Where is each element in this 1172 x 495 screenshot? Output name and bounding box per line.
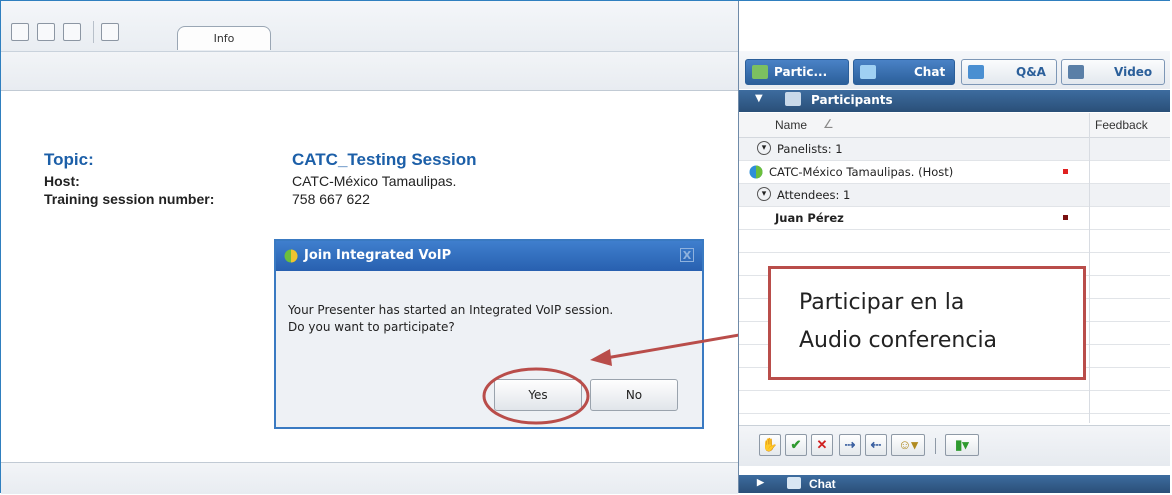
participants-section-header[interactable]: ▼ Participants <box>739 90 1170 112</box>
participants-icon <box>752 65 768 79</box>
status-indicator <box>1063 169 1068 174</box>
column-divider <box>1089 113 1090 423</box>
sort-icon[interactable]: ∠ <box>823 117 834 131</box>
tab-participants[interactable]: Partic... <box>745 59 849 85</box>
attendees-label: Attendees: 1 <box>777 188 851 202</box>
annotation-callout: Participar en la Audio conferencia <box>768 266 1086 380</box>
chat-section-label: Chat <box>809 477 836 491</box>
expand-arrow-icon[interactable]: ▶ <box>757 477 764 488</box>
callout-arrow-head <box>590 349 612 366</box>
chart-dropdown-icon[interactable]: ▮▾ <box>945 434 979 456</box>
emoticon-dropdown-icon[interactable]: ☺▾ <box>891 434 925 456</box>
video-icon <box>1068 65 1084 79</box>
go-slower-icon[interactable]: ⇠ <box>865 434 887 456</box>
attendees-group-row[interactable]: ▾ Attendees: 1 <box>739 184 1170 207</box>
yes-highlight-ellipse <box>482 367 590 425</box>
panelists-label: Panelists: 1 <box>777 142 843 156</box>
empty-row <box>739 391 1170 414</box>
right-panel: Partic... Chat Q&A Video ▼ Participants … <box>738 1 1170 493</box>
chat-icon <box>860 65 876 79</box>
qa-icon <box>968 65 984 79</box>
participants-header-label: Participants <box>811 93 893 107</box>
expand-icon[interactable]: ▾ <box>757 141 771 155</box>
tab-chat[interactable]: Chat <box>853 59 955 85</box>
chat-section-header[interactable]: ▶ Chat <box>739 475 1170 493</box>
empty-row <box>739 230 1170 253</box>
tab-video[interactable]: Video <box>1061 59 1165 85</box>
participant-toolbar: ✋ ✔ ✕ ⇢ ⇠ ☺▾ ▮▾ <box>739 425 1170 466</box>
name-column-header[interactable]: Name <box>775 118 807 132</box>
chat-bubble-icon <box>787 477 801 489</box>
host-participant-name: CATC-México Tamaulipas. (Host) <box>769 165 954 179</box>
feedback-column-header[interactable]: Feedback <box>1095 118 1148 132</box>
attendee-name: Juan Pérez <box>775 211 844 225</box>
participant-row-attendee[interactable]: Juan Pérez <box>739 207 1170 230</box>
participants-column-header: Name ∠ Feedback <box>739 113 1170 138</box>
check-icon[interactable]: ✔ <box>785 434 807 456</box>
tab-qa[interactable]: Q&A <box>961 59 1057 85</box>
callout-line1: Participar en la <box>799 290 965 315</box>
status-indicator <box>1063 215 1068 220</box>
panelists-group-row[interactable]: ▾ Panelists: 1 <box>739 138 1170 161</box>
raise-hand-icon[interactable]: ✋ <box>759 434 781 456</box>
go-faster-icon[interactable]: ⇢ <box>839 434 861 456</box>
toolbar-divider <box>935 438 936 454</box>
people-icon <box>785 92 801 106</box>
panel-tabs: Partic... Chat Q&A Video <box>739 51 1170 89</box>
participant-row-host[interactable]: CATC-México Tamaulipas. (Host) <box>739 161 1170 184</box>
callout-line2: Audio conferencia <box>799 328 998 353</box>
host-globe-icon <box>749 165 763 179</box>
collapse-arrow-icon[interactable]: ▼ <box>755 93 763 104</box>
cross-icon[interactable]: ✕ <box>811 434 833 456</box>
expand-icon[interactable]: ▾ <box>757 187 771 201</box>
callout-text: Participar en la Audio conferencia <box>799 284 997 360</box>
